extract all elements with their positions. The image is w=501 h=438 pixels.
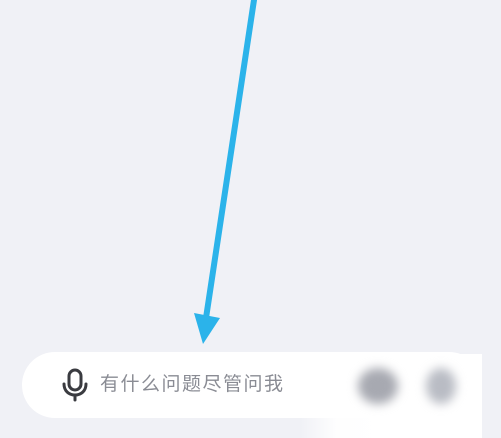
blurred-button-icon (358, 368, 398, 404)
microphone-icon (62, 368, 88, 402)
blurred-button-icon (426, 368, 456, 404)
obscured-action-buttons (300, 354, 482, 438)
voice-input-button[interactable] (58, 368, 92, 402)
chat-input-placeholder[interactable]: 有什么问题尽管问我 (100, 370, 285, 398)
